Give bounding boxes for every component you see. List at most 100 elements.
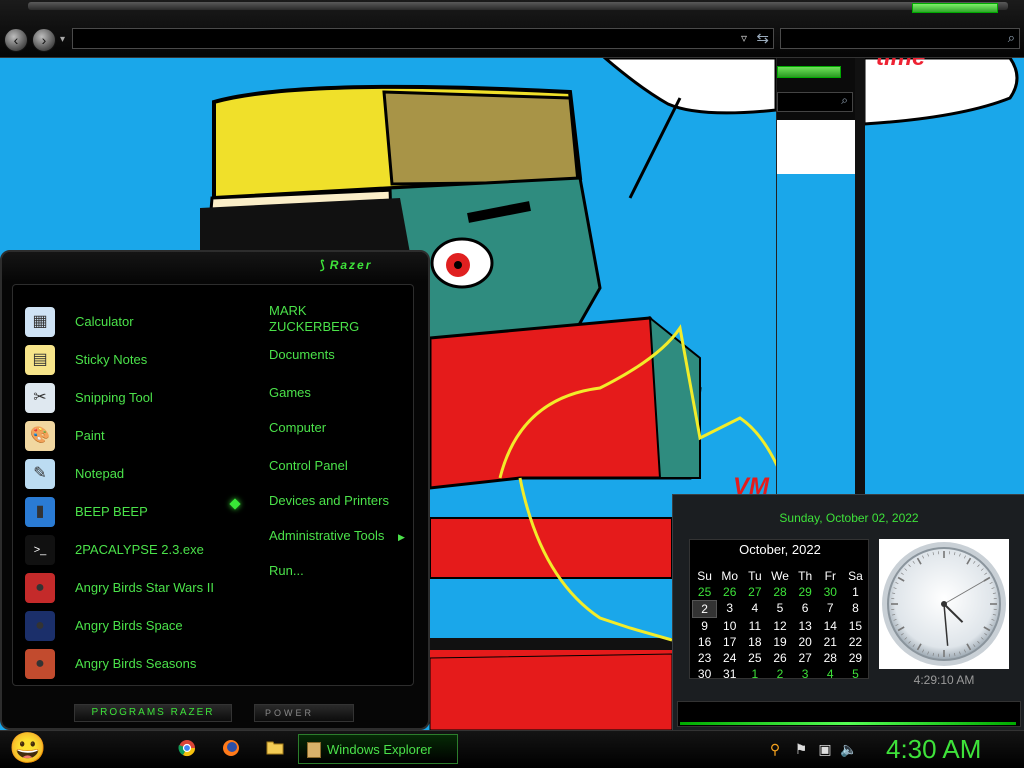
secondary-search-icon[interactable]: ⌕ bbox=[777, 92, 853, 112]
action-center-flag-icon[interactable]: ⚑ bbox=[792, 741, 810, 758]
calendar-day[interactable]: 10 bbox=[717, 618, 742, 634]
run-link[interactable]: Run... bbox=[269, 563, 304, 578]
program-item[interactable]: ▦ Calculator bbox=[25, 305, 245, 339]
program-item[interactable]: >_ 2PACALYPSE 2.3.exe bbox=[25, 533, 245, 567]
volume-icon[interactable]: 🔈 bbox=[840, 741, 858, 758]
angry-birds-space-icon: ● bbox=[25, 611, 55, 641]
calendar-day[interactable]: 25 bbox=[692, 584, 717, 600]
program-item[interactable]: ▮ BEEP BEEP bbox=[25, 495, 245, 529]
program-item[interactable]: ▤ Sticky Notes bbox=[25, 343, 245, 377]
calendar-day[interactable]: 1 bbox=[742, 666, 767, 682]
calendar-day[interactable]: 3 bbox=[793, 666, 818, 682]
search-tray-icon[interactable]: ⚲ bbox=[766, 741, 784, 758]
start-orb-smiley-icon[interactable]: 😀 bbox=[8, 731, 48, 768]
devices-printers-link[interactable]: Devices and Printers bbox=[269, 493, 389, 508]
program-item[interactable]: ● Angry Birds Star Wars II bbox=[25, 571, 245, 605]
calendar-day[interactable]: 5 bbox=[843, 666, 868, 682]
calendar-day[interactable]: 29 bbox=[843, 650, 868, 666]
program-label: Angry Birds Space bbox=[75, 618, 183, 633]
calendar-day[interactable]: 23 bbox=[692, 650, 717, 666]
calendar-day[interactable]: 28 bbox=[818, 650, 843, 666]
calendar-day[interactable]: 27 bbox=[793, 650, 818, 666]
calendar-day[interactable]: 22 bbox=[843, 634, 868, 650]
calendar-day[interactable]: 4 bbox=[742, 600, 767, 618]
start-menu-footer: PROGRAMS RAZER POWER bbox=[2, 692, 428, 728]
firefox-icon[interactable] bbox=[220, 739, 242, 761]
program-item[interactable]: 🎨 Paint bbox=[25, 419, 245, 453]
calendar-day[interactable]: 14 bbox=[818, 618, 843, 634]
search-input[interactable]: ⌕ bbox=[780, 28, 1020, 49]
program-item[interactable]: ● Angry Birds Space bbox=[25, 609, 245, 643]
power-button[interactable]: POWER bbox=[254, 704, 354, 722]
palette-icon: 🎨 bbox=[25, 421, 55, 451]
calendar[interactable]: October, 2022 Su Mo Tu We Th Fr Sa 25 26 27 28 29 30… bbox=[689, 539, 870, 682]
calendar-day[interactable]: 19 bbox=[767, 634, 792, 650]
analog-clock[interactable] bbox=[879, 539, 1009, 669]
submenu-arrow-icon: ▶ bbox=[398, 532, 405, 542]
calendar-day[interactable]: 17 bbox=[717, 634, 742, 650]
calendar-day[interactable]: 18 bbox=[742, 634, 767, 650]
address-chevron-down-icon[interactable]: ▿ bbox=[741, 31, 747, 45]
forward-button[interactable]: › bbox=[32, 28, 56, 52]
calendar-day[interactable]: 3 bbox=[717, 600, 742, 618]
secondary-window[interactable]: ⌕ bbox=[776, 58, 865, 494]
calendar-day[interactable]: 11 bbox=[742, 618, 767, 634]
calendar-weekday-header: Mo bbox=[721, 569, 739, 583]
network-icon[interactable]: ▣ bbox=[816, 741, 834, 758]
back-button[interactable]: ‹ bbox=[4, 28, 28, 52]
calendar-day[interactable]: 16 bbox=[692, 634, 717, 650]
calendar-weekday-header: Su bbox=[697, 569, 712, 583]
angry-birds-star-wars-icon: ● bbox=[25, 573, 55, 603]
program-item[interactable]: ● Angry Birds Seasons bbox=[25, 647, 245, 681]
beep-app-icon: ▮ bbox=[25, 497, 55, 527]
calendar-day[interactable]: 1 bbox=[843, 584, 868, 600]
calendar-day[interactable]: 28 bbox=[767, 584, 792, 600]
calendar-day[interactable]: 9 bbox=[692, 618, 717, 634]
documents-link[interactable]: Documents bbox=[269, 347, 335, 362]
calendar-day[interactable]: 24 bbox=[717, 650, 742, 666]
calendar-day[interactable]: 29 bbox=[793, 584, 818, 600]
calendar-day[interactable]: 30 bbox=[818, 584, 843, 600]
calendar-day[interactable]: 27 bbox=[742, 584, 767, 600]
games-link[interactable]: Games bbox=[269, 385, 311, 400]
refresh-icon[interactable]: ⇆ bbox=[756, 29, 769, 47]
calendar-day[interactable]: 25 bbox=[742, 650, 767, 666]
admin-tools-link[interactable]: Administrative Tools ▶ bbox=[269, 528, 405, 543]
control-panel-link[interactable]: Control Panel bbox=[269, 458, 348, 473]
start-menu-body: ▦ Calculator ▤ Sticky Notes ✂ Snipping Tool 🎨 P… bbox=[12, 284, 414, 686]
calendar-day[interactable]: 8 bbox=[843, 600, 868, 618]
calendar-day[interactable]: 13 bbox=[793, 618, 818, 634]
secondary-scrollbar[interactable] bbox=[855, 58, 865, 494]
calendar-day[interactable]: 5 bbox=[767, 600, 792, 618]
calendar-month-header[interactable]: October, 2022 bbox=[690, 542, 870, 557]
calendar-day-today[interactable]: 2 bbox=[692, 600, 718, 618]
address-bar[interactable]: ▿ ⇆ bbox=[72, 28, 774, 49]
program-label: BEEP BEEP bbox=[75, 504, 148, 519]
calendar-day[interactable]: 21 bbox=[818, 634, 843, 650]
computer-link[interactable]: Computer bbox=[269, 420, 326, 435]
calendar-day[interactable]: 6 bbox=[793, 600, 818, 618]
calendar-day[interactable]: 4 bbox=[818, 666, 843, 682]
recent-pages-chevron-down-icon[interactable]: ▾ bbox=[60, 34, 65, 45]
calendar-day[interactable]: 12 bbox=[767, 618, 792, 634]
program-item[interactable]: ✂ Snipping Tool bbox=[25, 381, 245, 415]
calendar-day[interactable]: 2 bbox=[767, 666, 792, 682]
taskbar-item-windows-explorer[interactable]: Windows Explorer bbox=[298, 734, 458, 764]
folder-icon[interactable] bbox=[264, 739, 286, 761]
calendar-day[interactable]: 30 bbox=[692, 666, 717, 682]
program-label: 2PACALYPSE 2.3.exe bbox=[75, 542, 204, 557]
chrome-icon[interactable] bbox=[176, 739, 198, 761]
clock-face-icon bbox=[882, 542, 1006, 666]
program-item[interactable]: ✎ Notepad bbox=[25, 457, 245, 491]
calendar-day[interactable]: 26 bbox=[717, 584, 742, 600]
taskbar-clock[interactable]: 4:30 AM bbox=[886, 734, 981, 765]
calendar-day[interactable]: 26 bbox=[767, 650, 792, 666]
calendar-day[interactable]: 7 bbox=[818, 600, 843, 618]
search-icon[interactable]: ⌕ bbox=[1008, 30, 1015, 46]
calendar-day[interactable]: 15 bbox=[843, 618, 868, 634]
calendar-day[interactable]: 20 bbox=[793, 634, 818, 650]
program-label: Notepad bbox=[75, 466, 125, 481]
all-programs-button[interactable]: PROGRAMS RAZER bbox=[74, 704, 232, 722]
user-folder-link[interactable]: MARK ZUCKERBERG bbox=[269, 303, 359, 335]
calendar-day[interactable]: 31 bbox=[717, 666, 742, 682]
